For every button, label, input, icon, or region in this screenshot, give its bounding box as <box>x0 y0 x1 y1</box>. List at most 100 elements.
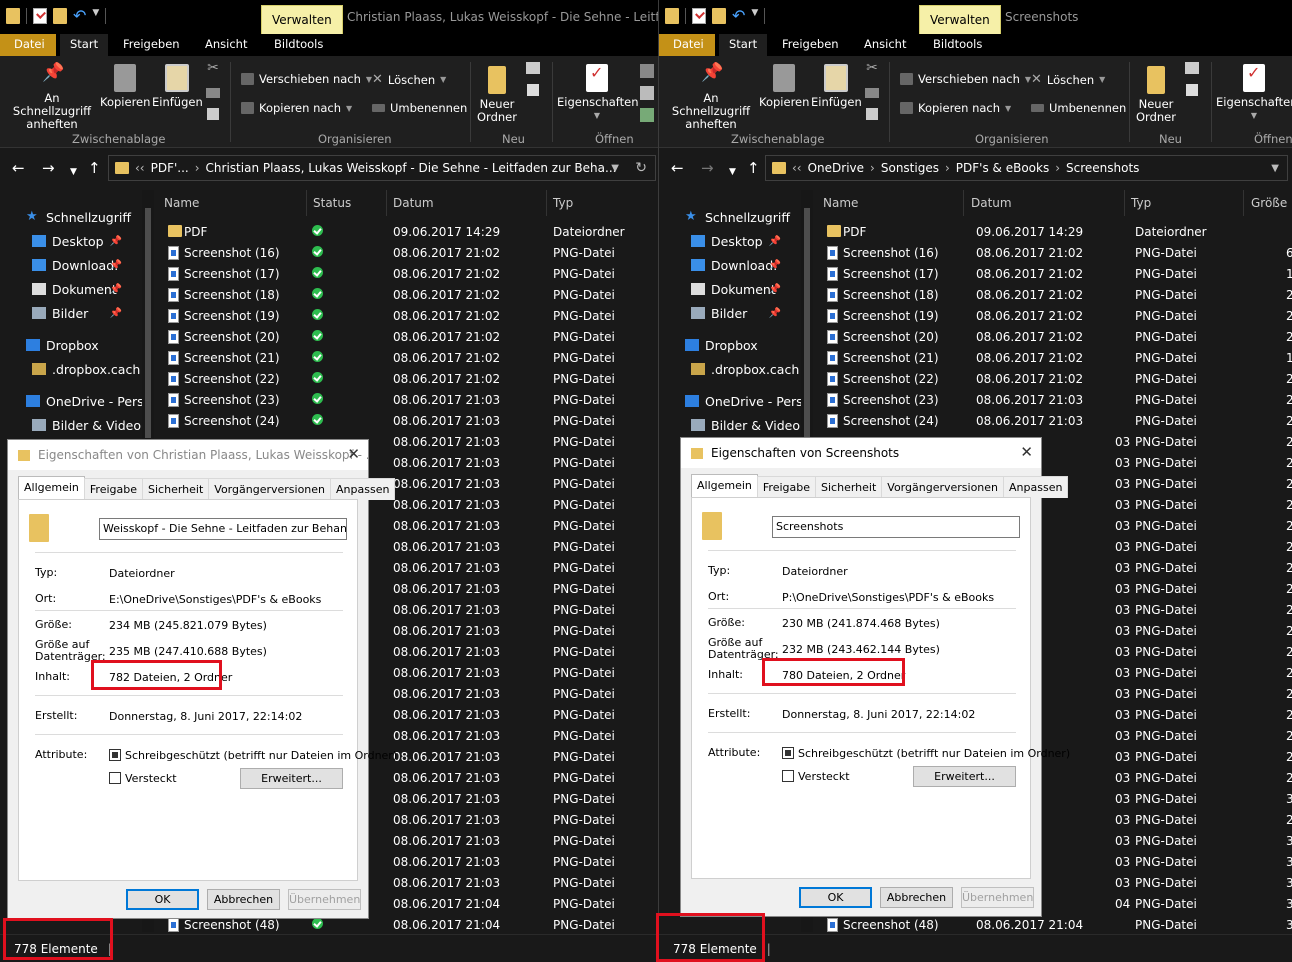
tab-freigabe[interactable]: Freigabe <box>756 476 817 498</box>
column-separator[interactable] <box>546 190 547 216</box>
nav-item[interactable]: Bilder & Video <box>691 414 801 436</box>
delete-button[interactable]: ✕ Löschen ▼ <box>1031 72 1105 87</box>
history-icon[interactable] <box>640 108 654 122</box>
table-row[interactable]: Screenshot (18) 08.06.2017 21:02 PNG-Datei <box>154 285 658 306</box>
nav-item[interactable]: .dropbox.cach <box>32 358 142 380</box>
tab-allgemein[interactable]: Allgemein <box>18 476 85 500</box>
table-row[interactable]: Screenshot (20) 08.06.2017 21:02 PNG-Datei… <box>813 327 1292 348</box>
context-tab-verwalten[interactable]: Verwalten <box>261 5 343 34</box>
edit-icon[interactable] <box>640 86 654 100</box>
table-row[interactable]: Screenshot (22) 08.06.2017 21:02 PNG-Datei… <box>813 369 1292 390</box>
breadcrumb-current[interactable]: Christian Plaass, Lukas Weisskopf - Die … <box>206 161 617 175</box>
table-row[interactable]: Screenshot (23) 08.06.2017 21:03 PNG-Datei <box>154 390 658 411</box>
column-date[interactable]: Datum <box>971 196 1012 210</box>
tab-freigabe[interactable]: Freigabe <box>83 478 144 500</box>
pin-quick-access-button[interactable]: 📌 An Schnellzugriff anheften <box>6 64 98 131</box>
nav-item[interactable]: Dokument 📌 <box>691 278 801 300</box>
recent-locations-icon[interactable]: ▼ <box>70 164 77 180</box>
table-row[interactable]: Screenshot (18) 08.06.2017 21:02 PNG-Datei… <box>813 285 1292 306</box>
close-icon[interactable]: ✕ <box>1020 443 1033 461</box>
nav-item[interactable]: .dropbox.cach <box>691 358 801 380</box>
scrollbar-thumb[interactable] <box>804 208 810 438</box>
back-icon[interactable]: ← <box>12 160 25 176</box>
copy-button[interactable]: Kopieren <box>759 64 809 109</box>
nav-item[interactable]: Desktop 📌 <box>691 230 801 252</box>
cut-icon[interactable]: ✂ <box>863 61 881 75</box>
breadcrumb-pdf[interactable]: PDF'... <box>151 161 189 175</box>
ok-button[interactable]: OK <box>799 887 872 908</box>
column-type[interactable]: Typ <box>1131 196 1151 210</box>
chevron-down-icon[interactable]: ▼ <box>92 8 99 24</box>
folder-name-field[interactable]: Screenshots <box>772 516 1020 538</box>
copy-path-icon[interactable] <box>865 88 879 98</box>
nav-item[interactable]: Dokument 📌 <box>32 278 142 300</box>
back-icon[interactable]: ← <box>671 160 684 176</box>
tab-datei[interactable]: Datei <box>659 34 715 56</box>
table-row[interactable]: Screenshot (17) 08.06.2017 21:02 PNG-Datei… <box>813 264 1292 285</box>
tab-start[interactable]: Start <box>719 34 768 56</box>
properties-button[interactable]: ✓ Eigenschaften ▼ <box>557 64 639 122</box>
forward-icon[interactable]: → <box>701 160 714 176</box>
readonly-checkbox[interactable] <box>782 747 794 759</box>
properties-icon[interactable] <box>33 8 47 24</box>
up-icon[interactable]: ↑ <box>88 160 101 176</box>
table-row[interactable]: PDF 09.06.2017 14:29 Dateiordner <box>154 222 658 243</box>
tab-bildtools[interactable]: Bildtools <box>264 34 333 56</box>
table-row[interactable]: Screenshot (19) 08.06.2017 21:02 PNG-Datei… <box>813 306 1292 327</box>
table-row[interactable]: Screenshot (24) 08.06.2017 21:03 PNG-Datei… <box>813 411 1292 432</box>
nav-item[interactable]: Desktop 📌 <box>32 230 142 252</box>
table-row[interactable]: Screenshot (23) 08.06.2017 21:03 PNG-Datei… <box>813 390 1292 411</box>
apply-button[interactable]: Übernehmen <box>288 889 361 910</box>
tab-start[interactable]: Start <box>60 34 109 56</box>
easy-access-button[interactable] <box>1181 84 1203 96</box>
paste-button[interactable]: Einfügen <box>152 64 203 109</box>
table-row[interactable]: Screenshot (22) 08.06.2017 21:02 PNG-Datei <box>154 369 658 390</box>
chevron-down-icon[interactable]: ▼ <box>611 163 619 174</box>
apply-button[interactable]: Übernehmen <box>961 887 1034 908</box>
tab-ansicht[interactable]: Ansicht <box>195 34 257 56</box>
table-row[interactable]: Screenshot (16) 08.06.2017 21:02 PNG-Datei… <box>813 243 1292 264</box>
readonly-checkbox[interactable] <box>109 749 121 761</box>
tab-anpassen[interactable]: Anpassen <box>330 478 396 500</box>
table-row[interactable]: Screenshot (21) 08.06.2017 21:02 PNG-Datei <box>154 348 658 369</box>
table-row[interactable]: Screenshot (48) 08.06.2017 21:04 PNG-Datei… <box>813 915 1292 932</box>
close-icon[interactable]: ✕ <box>347 445 360 463</box>
breadcrumb-pdfs-ebooks[interactable]: PDF's & eBooks <box>956 161 1049 175</box>
cancel-button[interactable]: Abbrechen <box>207 889 280 910</box>
nav-item[interactable]: Download: 📌 <box>32 254 142 276</box>
breadcrumb-screenshots[interactable]: Screenshots <box>1066 161 1139 175</box>
column-separator[interactable] <box>963 190 964 216</box>
table-row[interactable]: Screenshot (16) 08.06.2017 21:02 PNG-Datei <box>154 243 658 264</box>
column-type[interactable]: Typ <box>553 196 573 210</box>
nav-item[interactable]: Download: 📌 <box>691 254 801 276</box>
context-tab-verwalten[interactable]: Verwalten <box>919 5 1001 34</box>
pin-quick-access-button[interactable]: 📌 An Schnellzugriff anheften <box>665 64 757 131</box>
tab-ansicht[interactable]: Ansicht <box>854 34 916 56</box>
recent-locations-icon[interactable]: ▼ <box>729 164 736 180</box>
hidden-checkbox[interactable] <box>109 772 121 784</box>
chevron-down-icon[interactable]: ▼ <box>751 8 758 24</box>
nav-item[interactable]: Dropbox <box>685 334 801 356</box>
cancel-button[interactable]: Abbrechen <box>880 887 953 908</box>
breadcrumb-onedrive[interactable]: OneDrive <box>808 161 864 175</box>
column-size[interactable]: Größe <box>1251 196 1287 210</box>
scrollbar-thumb[interactable] <box>145 208 151 438</box>
new-item-button[interactable] <box>522 62 544 74</box>
tab-sicherheit[interactable]: Sicherheit <box>142 478 210 500</box>
folder-name-field[interactable]: Weisskopf - Die Sehne - Leitfaden zur Be… <box>99 518 347 540</box>
nav-item[interactable]: Dropbox <box>26 334 142 356</box>
copy-to-button[interactable]: Kopieren nach ▼ <box>900 101 1011 115</box>
open-icon[interactable] <box>640 64 654 78</box>
nav-item[interactable]: OneDrive - Pers <box>685 390 801 412</box>
hidden-checkbox[interactable] <box>782 770 794 782</box>
nav-item[interactable]: Bilder 📌 <box>32 302 142 324</box>
column-name[interactable]: Name <box>823 196 858 210</box>
new-folder-button[interactable]: Neuer Ordner <box>474 66 520 124</box>
tab-bildtools[interactable]: Bildtools <box>923 34 992 56</box>
nav-item[interactable]: Bilder & Video <box>32 414 142 436</box>
column-status[interactable]: Status <box>313 196 351 210</box>
column-name[interactable]: Name <box>164 196 199 210</box>
column-separator[interactable] <box>386 190 387 216</box>
table-row[interactable]: Screenshot (21) 08.06.2017 21:02 PNG-Datei… <box>813 348 1292 369</box>
column-separator[interactable] <box>1124 190 1125 216</box>
